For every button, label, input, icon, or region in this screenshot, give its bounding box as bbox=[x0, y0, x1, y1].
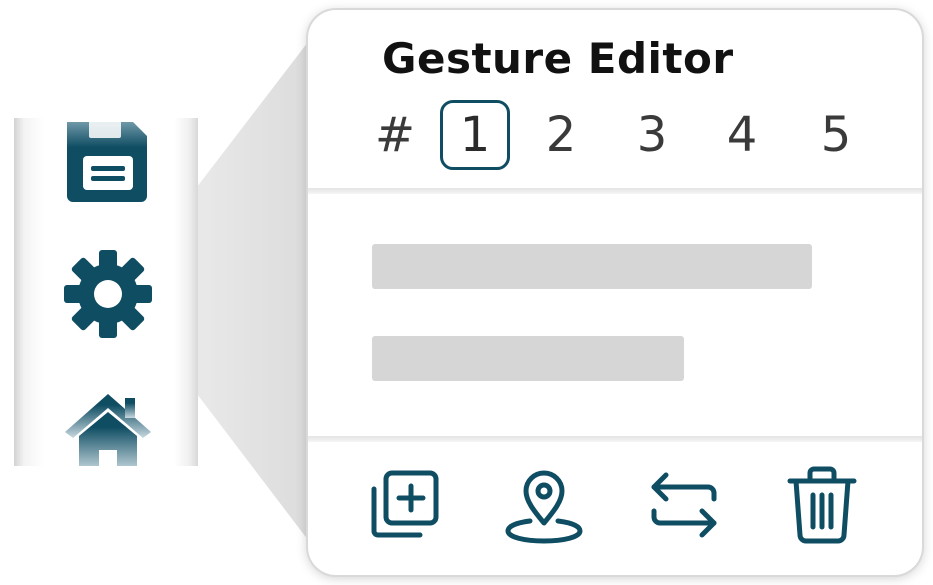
save-icon bbox=[67, 122, 147, 202]
divider-bottom bbox=[308, 436, 922, 442]
tab-5[interactable]: 5 bbox=[801, 100, 871, 170]
sidebar bbox=[14, 118, 198, 466]
location-pin-icon bbox=[505, 470, 583, 544]
tabs-prefix: # bbox=[374, 107, 416, 163]
gesture-editor-panel: Gesture Editor # 1 2 3 4 5 bbox=[308, 10, 922, 575]
sidebar-item-save[interactable] bbox=[62, 118, 154, 210]
panel-title: Gesture Editor bbox=[382, 34, 734, 83]
home-icon bbox=[65, 394, 151, 466]
swap-arrows-icon bbox=[651, 472, 717, 538]
tab-1[interactable]: 1 bbox=[440, 100, 510, 170]
swap-button[interactable] bbox=[644, 465, 724, 545]
tab-2[interactable]: 2 bbox=[526, 100, 596, 170]
delete-button[interactable] bbox=[782, 465, 862, 545]
divider-top bbox=[308, 188, 922, 194]
add-copy-button[interactable] bbox=[364, 465, 444, 545]
trash-icon bbox=[787, 466, 857, 544]
sidebar-item-settings[interactable] bbox=[62, 248, 154, 340]
content-placeholder-line bbox=[372, 336, 684, 381]
add-copy-icon bbox=[371, 470, 439, 538]
content-placeholder-line bbox=[372, 244, 812, 289]
gear-icon bbox=[64, 250, 152, 338]
sidebar-item-home[interactable] bbox=[62, 386, 154, 466]
location-button[interactable] bbox=[504, 465, 584, 545]
tab-4[interactable]: 4 bbox=[707, 100, 777, 170]
tab-3[interactable]: 3 bbox=[617, 100, 687, 170]
